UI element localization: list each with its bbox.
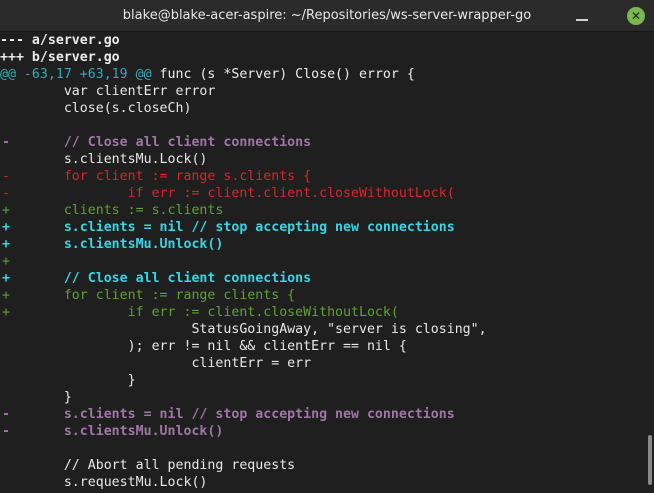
diff-line-added: + clients := s.clients — [0, 202, 646, 219]
diff-line: ); err != nil && clientErr == nil { — [0, 338, 646, 355]
diff-line-moved-added: + s.clients = nil // stop accepting new … — [0, 219, 646, 236]
diff-line: var clientErr error — [0, 83, 646, 100]
diff-line: s.requestMu.Lock() — [0, 474, 646, 491]
title-bar[interactable]: blake@blake-acer-aspire: ~/Repositories/… — [0, 0, 654, 32]
diff-code: clientErr = err — [0, 356, 312, 371]
diff-line: } — [0, 372, 646, 389]
diff-code: var clientErr error — [0, 84, 216, 99]
scrollbar-thumb[interactable] — [648, 435, 652, 485]
window-title: blake@blake-acer-aspire: ~/Repositories/… — [122, 8, 532, 23]
diff-code: if err := client.closeWithoutLock( — [0, 305, 399, 320]
diff-code: // Close all client connections — [0, 135, 312, 150]
diff-line-added: + — [0, 253, 646, 270]
diff-line — [0, 117, 646, 134]
diff-code: } — [0, 390, 72, 405]
diff-line: StatusGoingAway, "server is closing", — [0, 321, 646, 338]
diff-code: s.requestMu.Lock() — [0, 475, 208, 490]
diff-line-moved-removed: - s.clientsMu.Unlock() — [0, 423, 646, 440]
hunk-range: @@ -63,17 +63,19 @@ — [0, 67, 152, 82]
diff-code: s.clientsMu.Unlock() — [0, 237, 224, 252]
diff-sign: + — [2, 254, 10, 269]
diff-line-removed: - for client := range s.clients { — [0, 168, 646, 185]
diff-line: clientErr = err — [0, 355, 646, 372]
diff-code: s.clientsMu.Lock() — [0, 152, 208, 167]
diff-code: s.clients = nil // stop accepting new co… — [0, 407, 455, 422]
hunk-header-text: @@ -63,17 +63,19 @@ func (s *Server) Clo… — [0, 66, 415, 83]
diff-code: ); err != nil && clientErr == nil { — [0, 339, 407, 354]
diff-code: s.clientsMu.Unlock() — [0, 424, 224, 439]
diff-file-new-header: +++ b/server.go — [0, 49, 646, 66]
diff-code: } — [0, 373, 136, 388]
diff-code: close(s.closeCh) — [0, 101, 192, 116]
diff-line-moved-added: + s.clientsMu.Unlock() — [0, 236, 646, 253]
diff-line — [0, 440, 646, 457]
diff-code: s.clients = nil // stop accepting new co… — [0, 220, 455, 235]
diff-code: clients := s.clients — [0, 203, 224, 218]
diff-line: close(s.closeCh) — [0, 100, 646, 117]
diff-line: } — [0, 389, 646, 406]
diff-code: if err := client.client.closeWithoutLock… — [0, 186, 455, 201]
close-button[interactable]: ✕ — [627, 7, 645, 25]
diff-line-added: + for client := range clients { — [0, 287, 646, 304]
diff-line: s.clientsMu.Lock() — [0, 151, 646, 168]
diff-line-moved-removed: - s.clients = nil // stop accepting new … — [0, 406, 646, 423]
minimize-button[interactable] — [573, 7, 591, 25]
diff-code: StatusGoingAway, "server is closing", — [0, 322, 487, 337]
diff-code: // Abort all pending requests — [0, 458, 296, 473]
diff-line-moved-added: + // Close all client connections — [0, 270, 646, 287]
diff-line-moved-removed: - // Close all client connections — [0, 134, 646, 151]
hunk-context: func (s *Server) Close() error { — [151, 67, 415, 82]
diff-file-new-text: +++ b/server.go — [0, 50, 120, 65]
diff-line-added: + if err := client.closeWithoutLock( — [0, 304, 646, 321]
scrollbar[interactable] — [646, 32, 654, 493]
diff-line-removed: - if err := client.client.closeWithoutLo… — [0, 185, 646, 202]
terminal-window: blake@blake-acer-aspire: ~/Repositories/… — [0, 0, 654, 493]
diff-code: for client := range s.clients { — [0, 169, 312, 184]
diff-line: // Abort all pending requests — [0, 457, 646, 474]
diff-file-old-header: --- a/server.go — [0, 32, 646, 49]
terminal-output[interactable]: --- a/server.go +++ b/server.go @@ -63,1… — [0, 32, 646, 493]
diff-hunk-header: @@ -63,17 +63,19 @@ func (s *Server) Clo… — [0, 66, 646, 83]
diff-code: // Close all client connections — [0, 271, 312, 286]
diff-code: for client := range clients { — [0, 288, 296, 303]
diff-file-old-text: --- a/server.go — [0, 33, 120, 48]
